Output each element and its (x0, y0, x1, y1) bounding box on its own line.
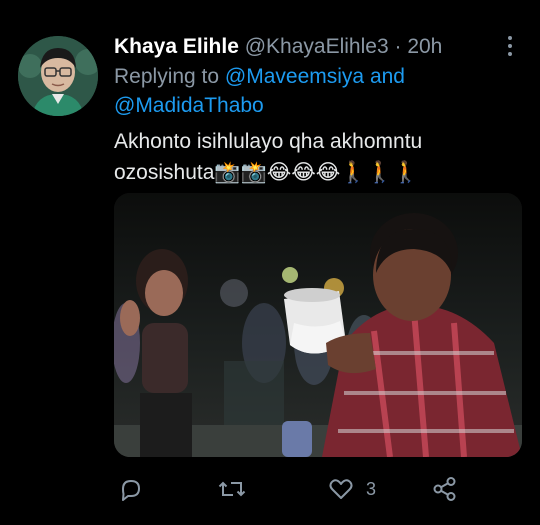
timestamp[interactable]: 20h (407, 35, 442, 58)
avatar[interactable] (18, 36, 98, 116)
like-count: 3 (366, 478, 377, 499)
like-button[interactable]: 3 (328, 474, 376, 504)
tweet-actions: 3 (114, 474, 534, 504)
replying-to: Replying to @Maveemsiya and @MadidaThabo (114, 62, 524, 120)
separator-dot: · (394, 35, 402, 58)
share-button[interactable] (432, 474, 458, 504)
tweet-header: Khaya Elihle @KhayaElihle3 · 20h (114, 32, 442, 62)
user-handle[interactable]: @KhayaElihle3 (245, 35, 389, 58)
tweet-media[interactable] (114, 193, 522, 457)
mention-link[interactable]: @MadidaThabo (114, 94, 264, 117)
mention-link[interactable]: @Maveemsiya (225, 65, 364, 88)
and-label: and (369, 65, 405, 88)
display-name[interactable]: Khaya Elihle (114, 35, 239, 58)
reply-button[interactable] (118, 474, 144, 504)
tweet-text: Akhonto isihlulayo qha akhomntu ozosishu… (114, 130, 423, 184)
heart-icon (328, 477, 354, 501)
reply-icon (118, 476, 144, 502)
more-vertical-icon[interactable] (498, 33, 522, 59)
retweet-button[interactable] (218, 474, 246, 504)
tweet[interactable]: Khaya Elihle @KhayaElihle3 · 20h Replyin… (0, 0, 540, 525)
share-icon (432, 476, 458, 502)
retweet-icon (218, 476, 246, 502)
replying-to-label: Replying to (114, 65, 220, 88)
